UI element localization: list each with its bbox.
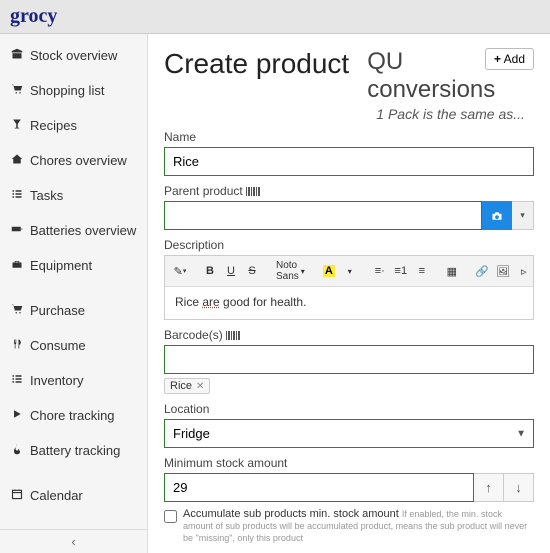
sidebar-item-label: Stock overview: [30, 48, 117, 63]
chip-remove-icon[interactable]: ✕: [196, 381, 204, 392]
barcode-icon: [246, 187, 260, 196]
parent-product-label: Parent product: [164, 184, 534, 198]
sidebar-item-label: Consume: [30, 338, 86, 353]
sidebar-item-label: Equipment: [30, 258, 92, 273]
qu-conversions-subtitle: 1 Pack is the same as...: [367, 106, 534, 122]
nav-list: Stock overview Shopping list Recipes Cho…: [0, 34, 147, 529]
location-label: Location: [164, 402, 534, 416]
sidebar-collapse-button[interactable]: ‹: [0, 529, 147, 553]
cart-icon: [10, 83, 24, 98]
sidebar-item-label: Purchase: [30, 303, 85, 318]
sidebar-item-label: Battery tracking: [30, 443, 120, 458]
image-button[interactable]: 🖼: [494, 261, 512, 281]
align-button[interactable]: ≡: [413, 261, 431, 281]
video-button[interactable]: ▹: [515, 261, 533, 281]
sidebar-item-consume[interactable]: Consume: [0, 328, 147, 363]
sidebar-item-calendar[interactable]: Calendar: [0, 478, 147, 513]
sidebar-item-stock-overview[interactable]: Stock overview: [0, 38, 147, 73]
add-button[interactable]: + Add: [485, 48, 534, 70]
tasks-icon: [10, 188, 24, 203]
sidebar-item-purchase[interactable]: Purchase: [0, 293, 147, 328]
app-logo: grocy: [10, 5, 57, 28]
wand-icon[interactable]: ✎▾: [171, 261, 189, 281]
min-stock-label: Minimum stock amount: [164, 456, 534, 470]
bold-button[interactable]: B: [201, 261, 219, 281]
sidebar-item-label: Inventory: [30, 373, 83, 388]
barcodes-input[interactable]: [164, 345, 534, 374]
underline-button[interactable]: U: [222, 261, 240, 281]
sidebar-item-inventory[interactable]: Inventory: [0, 363, 147, 398]
description-label: Description: [164, 238, 534, 252]
decrement-button[interactable]: ↓: [504, 473, 534, 502]
sidebar-item-label: Calendar: [30, 488, 83, 503]
page-title: Create product: [164, 48, 349, 80]
font-select[interactable]: Noto Sans ▾: [273, 260, 308, 282]
barcode-icon: [226, 331, 240, 340]
name-label: Name: [164, 130, 534, 144]
home-icon: [10, 153, 24, 168]
cart-icon: [10, 303, 24, 318]
min-stock-input[interactable]: [164, 473, 474, 502]
name-input[interactable]: [164, 147, 534, 176]
utensils-icon: [10, 338, 24, 353]
qu-conversions-title: QU conversions: [367, 48, 495, 103]
battery-icon: [10, 223, 24, 238]
accumulate-label: Accumulate sub products min. stock amoun…: [183, 508, 399, 520]
top-bar: grocy: [0, 0, 550, 34]
highlight-button[interactable]: A: [320, 261, 338, 281]
sidebar-item-chores-overview[interactable]: Chores overview: [0, 143, 147, 178]
sidebar-item-label: Batteries overview: [30, 223, 136, 238]
parent-dropdown-button[interactable]: ▾: [512, 201, 534, 230]
sidebar-item-batteries-overview[interactable]: Batteries overview: [0, 213, 147, 248]
sidebar-item-label: Recipes: [30, 118, 77, 133]
barcodes-label: Barcode(s): [164, 328, 534, 342]
location-select[interactable]: [164, 419, 534, 448]
sidebar-item-battery-tracking[interactable]: Battery tracking: [0, 433, 147, 468]
ul-button[interactable]: ≡·: [371, 261, 389, 281]
increment-button[interactable]: ↑: [474, 473, 504, 502]
ol-button[interactable]: ≡1: [392, 261, 410, 281]
fire-icon: [10, 443, 24, 458]
barcode-chip: Rice✕: [164, 378, 210, 394]
sidebar-item-label: Shopping list: [30, 83, 104, 98]
sidebar-item-shopping-list[interactable]: Shopping list: [0, 73, 147, 108]
main-content: Create product + Add QU conversions 1 Pa…: [148, 34, 550, 553]
sidebar: Stock overview Shopping list Recipes Cho…: [0, 34, 148, 553]
sidebar-item-tasks[interactable]: Tasks: [0, 178, 147, 213]
calendar-icon: [10, 488, 24, 503]
link-button[interactable]: 🔗: [473, 261, 491, 281]
sidebar-item-label: Chore tracking: [30, 408, 115, 423]
sidebar-item-recipes[interactable]: Recipes: [0, 108, 147, 143]
accumulate-checkbox[interactable]: [164, 510, 177, 523]
sidebar-item-chore-tracking[interactable]: Chore tracking: [0, 398, 147, 433]
sidebar-item-label: Chores overview: [30, 153, 127, 168]
editor-toolbar: ✎▾ B U S Noto Sans ▾ A ▾ ≡· ≡1 ≡ ▦: [165, 256, 533, 287]
list-icon: [10, 373, 24, 388]
color-dropdown[interactable]: ▾: [341, 261, 359, 281]
play-icon: [10, 408, 24, 423]
strike-button[interactable]: S: [243, 261, 261, 281]
chevron-left-icon: ‹: [71, 534, 75, 549]
rich-text-editor: ✎▾ B U S Noto Sans ▾ A ▾ ≡· ≡1 ≡ ▦: [164, 255, 534, 320]
parent-product-input[interactable]: [164, 201, 482, 230]
camera-button[interactable]: [482, 201, 512, 230]
sidebar-item-equipment[interactable]: Equipment: [0, 248, 147, 283]
glass-icon: [10, 118, 24, 133]
toolbox-icon: [10, 258, 24, 273]
sidebar-item-label: Tasks: [30, 188, 63, 203]
editor-content[interactable]: Rice are good for health.: [165, 287, 533, 319]
box-icon: [10, 48, 24, 63]
table-button[interactable]: ▦: [443, 261, 461, 281]
